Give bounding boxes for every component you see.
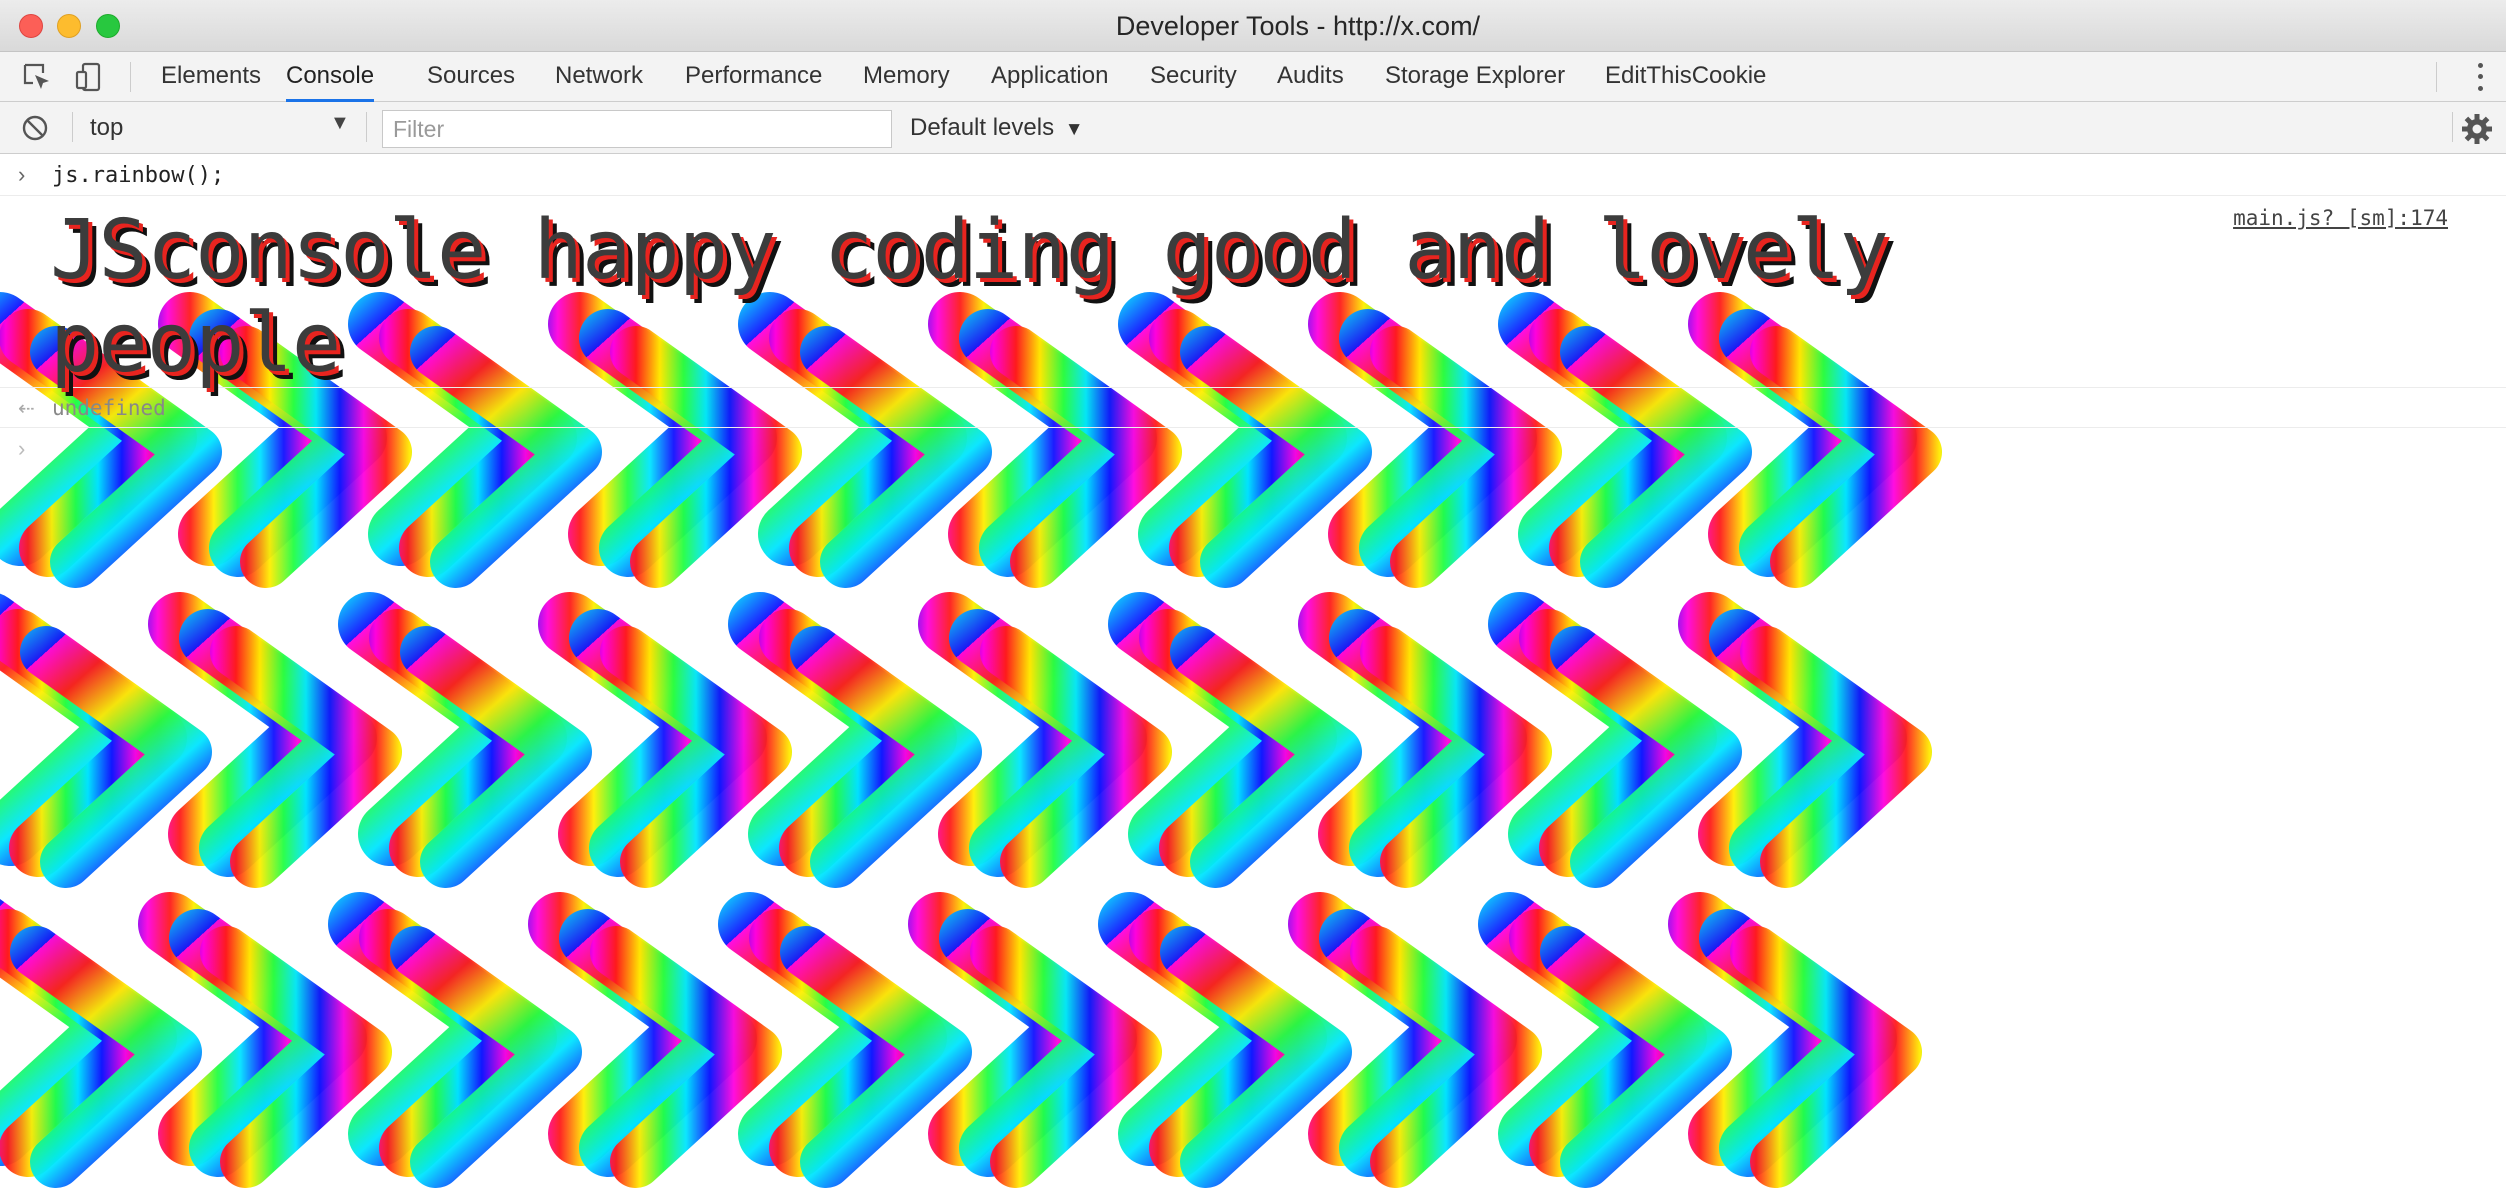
console-result-text: undefined: [52, 396, 166, 420]
console-result-entry: ⇠ undefined: [0, 388, 2506, 428]
chevron-down-icon[interactable]: ▼: [330, 112, 350, 135]
toolbar-divider: [366, 112, 367, 142]
window-title-bar: Developer Tools - http://x.com/: [0, 0, 2506, 52]
tab-audits[interactable]: Audits: [1277, 52, 1344, 102]
gear-icon[interactable]: [2460, 112, 2494, 146]
prompt-chevron-icon[interactable]: ›: [18, 436, 25, 462]
device-toolbar-icon[interactable]: [70, 58, 108, 96]
tab-elements[interactable]: Elements: [161, 52, 261, 102]
result-arrow-icon: ⇠: [18, 398, 35, 420]
tab-security[interactable]: Security: [1150, 52, 1237, 102]
tab-storage-explorer[interactable]: Storage Explorer: [1385, 52, 1565, 102]
toolbar-divider: [2452, 112, 2453, 142]
window-title: Developer Tools - http://x.com/: [1115, 11, 1481, 41]
console-toolbar: top ▼ Default levels ▼: [0, 102, 2506, 154]
console-output[interactable]: › js.rainbow(); main.js? [sm]:174 JScons…: [0, 154, 2506, 1200]
context-selector[interactable]: top: [90, 110, 355, 146]
log-levels-dropdown[interactable]: Default levels ▼: [910, 114, 1084, 142]
tab-application[interactable]: Application: [991, 52, 1108, 102]
toolbar-divider: [72, 112, 73, 142]
toolbar-divider: [2436, 62, 2437, 92]
tab-sources[interactable]: Sources: [427, 52, 515, 102]
more-options-icon[interactable]: [2470, 60, 2490, 94]
tab-editthiscookie[interactable]: EditThisCookie: [1605, 52, 1766, 102]
tab-performance[interactable]: Performance: [685, 52, 822, 102]
console-input-entry: › js.rainbow();: [0, 154, 2506, 196]
rainbow-log-message: JSconsole happy coding good and lovely p…: [50, 203, 1889, 391]
chevron-down-icon: ▼: [1064, 119, 1084, 140]
filter-input[interactable]: [382, 110, 892, 148]
devtools-tab-bar: Elements Console Sources Network Perform…: [0, 52, 2506, 102]
log-levels-label: Default levels: [910, 114, 1055, 141]
tab-memory[interactable]: Memory: [863, 52, 950, 102]
clear-console-icon[interactable]: [16, 109, 54, 147]
log-source-link[interactable]: main.js? [sm]:174: [2233, 206, 2448, 230]
inspect-element-icon[interactable]: [18, 58, 56, 96]
console-input-text: js.rainbow();: [52, 163, 225, 188]
tab-console[interactable]: Console: [286, 52, 375, 102]
prompt-chevron-icon: ›: [18, 162, 26, 187]
toolbar-divider: [130, 62, 131, 92]
tab-network[interactable]: Network: [555, 52, 643, 102]
